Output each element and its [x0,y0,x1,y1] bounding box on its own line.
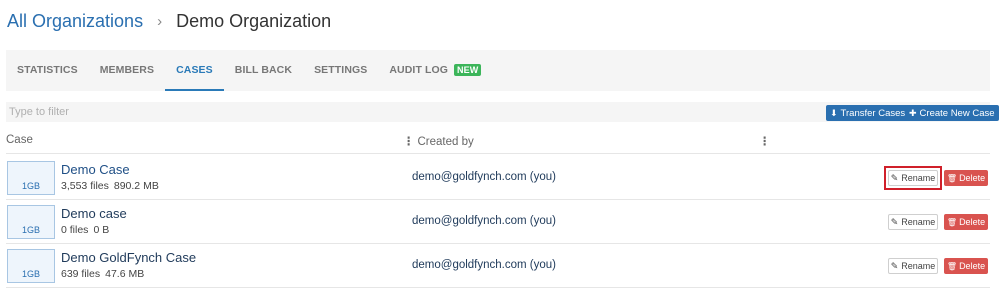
table-row: 1GB Demo Case 3,553 files 890.2 MB demo@g… [6,156,990,200]
delete-label: Delete [959,261,986,271]
transfer-cases-button[interactable]: ⬇ Transfer Cases [826,105,910,121]
create-new-case-button[interactable]: ✚ Create New Case [905,105,999,121]
case-thumbnail-label: 1GB [21,181,40,191]
case-thumbnail[interactable]: 1GB [7,205,55,239]
page-title: Demo Organization [176,11,332,31]
plus-icon: ✚ [909,107,917,118]
tab-statistics[interactable]: STATISTICS [6,50,89,91]
create-new-case-label: Create New Case [919,107,995,119]
delete-button[interactable]: 🗑 Delete [944,214,988,230]
tab-bar: STATISTICS MEMBERS CASES BILL BACK SETTI… [6,50,990,91]
case-meta: 3,553 files 890.2 MB [61,180,159,192]
column-menu-icon[interactable]: ⋮ [759,134,771,148]
tab-label: BILL BACK [234,63,293,76]
case-thumbnail-label: 1GB [21,225,40,235]
delete-button[interactable]: 🗑 Delete [944,170,988,186]
table-row: 1GB Demo case 0 files 0 B demo@goldfynch.… [6,200,990,244]
created-by: demo@goldfynch.com (you) [412,171,556,183]
column-header-created-by[interactable]: ⋮ Created by [403,134,474,148]
case-name-link[interactable]: Demo case [61,206,127,221]
file-count: 3,553 files [61,180,109,192]
case-thumbnail[interactable]: 1GB [7,249,55,283]
pencil-icon: ✎ [890,260,899,271]
rename-label: Rename [901,173,936,183]
tab-label: STATISTICS [17,63,78,76]
filter-bar: ⬇ Transfer Cases ✚ Create New Case [6,102,999,122]
delete-label: Delete [959,217,986,227]
rename-label: Rename [901,217,936,227]
case-size: 0 B [93,224,110,236]
case-meta: 639 files 47.6 MB [61,268,144,280]
rename-button[interactable]: ✎ Rename [888,170,938,186]
tab-cases[interactable]: CASES [165,50,224,91]
pencil-icon: ✎ [890,172,899,183]
tab-members[interactable]: MEMBERS [89,50,165,91]
case-size: 890.2 MB [113,180,159,192]
trash-icon: 🗑 [946,261,958,271]
trash-icon: 🗑 [946,173,958,183]
case-name-link[interactable]: Demo Case [61,162,130,177]
created-by-label: Created by [417,136,474,148]
breadcrumb: All Organizations › Demo Organization [7,11,331,32]
filter-input[interactable] [6,102,406,122]
file-count: 639 files [61,268,101,280]
download-icon: ⬇ [830,107,838,118]
delete-button[interactable]: 🗑 Delete [944,258,988,274]
pencil-icon: ✎ [890,216,899,227]
chevron-right-icon: › [157,13,163,30]
breadcrumb-all-organizations-link[interactable]: All Organizations [7,11,143,32]
created-by: demo@goldfynch.com (you) [412,215,556,227]
case-name-link[interactable]: Demo GoldFynch Case [61,250,196,265]
rename-button[interactable]: ✎ Rename [888,258,938,274]
tab-label: SETTINGS [314,63,368,76]
case-thumbnail[interactable]: 1GB [7,161,55,195]
tab-label: AUDIT LOG [389,63,449,76]
case-thumbnail-label: 1GB [21,269,40,279]
file-count: 0 files [61,224,89,236]
tab-bill-back[interactable]: BILL BACK [224,50,303,91]
delete-label: Delete [959,173,986,183]
tab-settings[interactable]: SETTINGS [303,50,378,91]
tab-label: CASES [176,63,213,76]
created-by: demo@goldfynch.com (you) [412,259,556,271]
table-header: Case ⋮ Created by ⋮ [6,128,990,154]
tab-audit-log[interactable]: AUDIT LOG NEW [378,50,492,91]
case-meta: 0 files 0 B [61,224,109,236]
trash-icon: 🗑 [946,217,958,227]
column-menu-icon[interactable]: ⋮ [403,136,415,148]
rename-label: Rename [901,261,936,271]
transfer-cases-label: Transfer Cases [840,107,906,119]
case-size: 47.6 MB [105,268,145,280]
column-header-case[interactable]: Case [6,134,33,146]
table-row: 1GB Demo GoldFynch Case 639 files 47.6 MB… [6,244,990,288]
tab-label: MEMBERS [99,63,155,76]
new-badge: NEW [454,63,482,76]
rename-button[interactable]: ✎ Rename [888,214,938,230]
